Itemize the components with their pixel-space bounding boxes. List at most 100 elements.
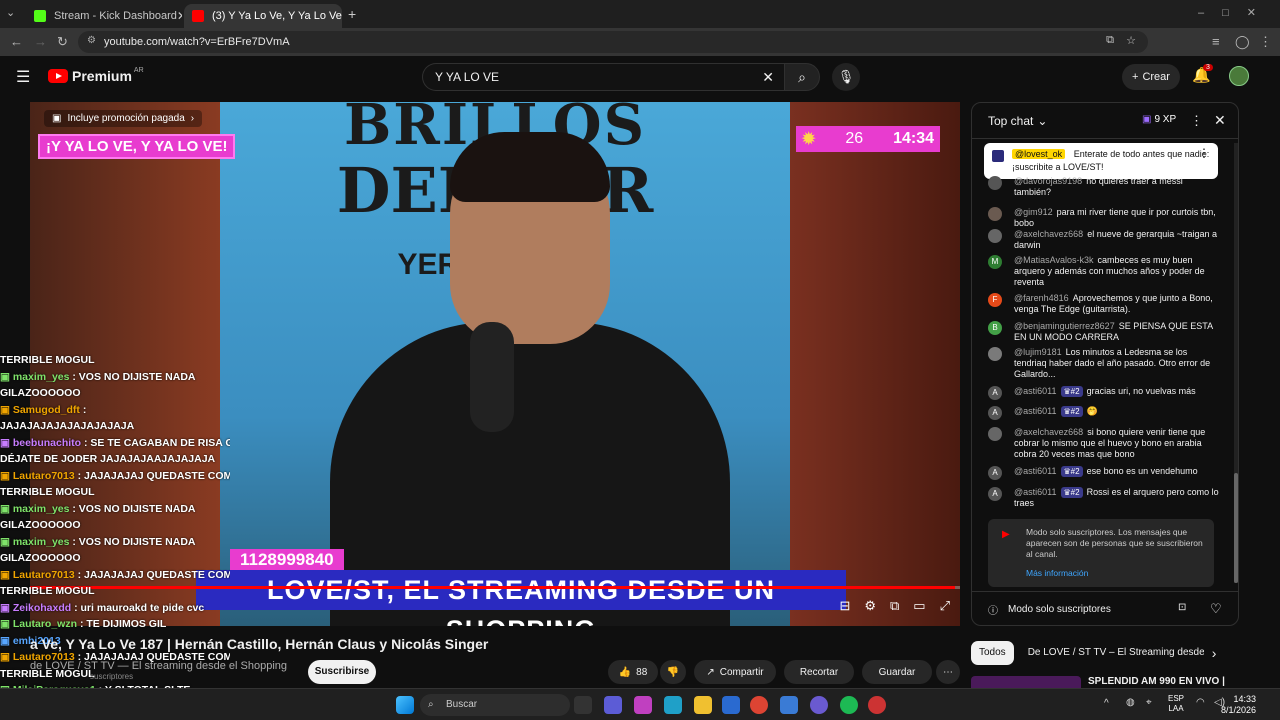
obs-icon[interactable] (868, 696, 886, 714)
chat-message[interactable]: F @farenh4816 Aprovechemos y que junto a B… (986, 293, 1222, 315)
chat-message[interactable]: @gim912 para mi river tiene que ir por cu… (986, 207, 1222, 229)
outlook-icon[interactable] (780, 696, 798, 714)
more-actions-button[interactable]: ⋯ (936, 660, 960, 684)
xp-badge[interactable]: ▣ 9 XP (1142, 114, 1176, 125)
chevron-right-icon[interactable]: › (1212, 645, 1217, 661)
chat-message[interactable]: @davorojas9198 no quieres traer a messi t… (986, 176, 1222, 198)
location-icon[interactable]: ⌖ (1146, 697, 1152, 708)
pinned-message[interactable]: @lovest_ok Enterate de todo antes que na… (984, 143, 1218, 179)
chat-avatar[interactable] (988, 347, 1002, 361)
like-button[interactable]: 👍 88 (608, 660, 658, 684)
guide-menu-icon[interactable]: ☰ (16, 67, 30, 87)
profile-icon[interactable]: ◯ (1235, 34, 1250, 50)
close-chat-icon[interactable]: ✕ (1214, 112, 1226, 129)
search-button[interactable]: ⌕ (784, 63, 820, 91)
recommended-title[interactable]: SPLENDID AM 990 EN VIVO | (1088, 676, 1225, 687)
chat-username[interactable]: @MatiasAvalos-k3k (1014, 255, 1094, 265)
chat-message[interactable]: B @benjamingutierrez8627 SE PIENSA QUE EST… (986, 321, 1222, 343)
chat-username[interactable]: @asti6011 (1014, 386, 1057, 396)
pinned-more-icon[interactable]: ⋮ (1198, 147, 1210, 160)
spotify-icon[interactable] (840, 696, 858, 714)
taskbar-clock[interactable]: 14:33 8/1/2026 (1221, 694, 1256, 716)
task-view-icon[interactable] (574, 696, 592, 714)
chat-username[interactable]: @axelchavez668 (1014, 427, 1083, 437)
voice-search-button[interactable]: 🎙 (832, 63, 860, 91)
window-controls[interactable]: –□✕ (1198, 6, 1274, 19)
close-tab-icon[interactable]: ✕ (177, 9, 182, 23)
subtitles-icon[interactable]: ⊟ (839, 598, 850, 614)
taskbar-search[interactable]: ⌕ Buscar (420, 694, 570, 716)
scrollbar-thumb[interactable] (1234, 473, 1238, 583)
copilot-icon[interactable] (634, 696, 652, 714)
forward-icon[interactable]: → (34, 34, 47, 49)
url-field[interactable]: ⚙ youtube.com/watch?v=ErBFre7DVmA ⧉ ☆ (78, 31, 1148, 53)
membership-icon[interactable]: ⊡ (1178, 602, 1186, 613)
chat-avatar[interactable]: A (988, 386, 1002, 400)
browser-menu-icon[interactable]: ⋮ (1259, 34, 1272, 50)
clear-search-icon[interactable]: ✕ (762, 69, 774, 86)
tab-youtube-video[interactable]: (3) Y Ya Lo Ve, Y Ya Lo Ve 18 ✕ (184, 4, 342, 28)
chat-message[interactable]: A @asti6011 ♛#2 🤭 (986, 406, 1222, 420)
chat-username[interactable]: @axelchavez668 (1014, 229, 1083, 239)
settings-gear-icon[interactable]: ⚙ (864, 598, 876, 614)
miniplayer-icon[interactable]: ⧉ (890, 598, 899, 614)
chat-avatar[interactable] (988, 207, 1002, 221)
new-tab-icon[interactable]: + (348, 6, 356, 22)
chat-avatar[interactable]: M (988, 255, 1002, 269)
chat-avatar[interactable]: A (988, 406, 1002, 420)
chrome-icon[interactable] (750, 696, 768, 714)
create-button[interactable]: + Crear (1122, 64, 1180, 90)
chip-all[interactable]: Todos (971, 641, 1014, 665)
wifi-icon[interactable]: ◠ (1196, 697, 1205, 708)
chat-username[interactable]: @asti6011 (1014, 466, 1057, 476)
tray-chevron-icon[interactable]: ^ (1104, 698, 1109, 709)
chat-message[interactable]: @axelchavez668 el nueve de gerarquia ~tra… (986, 229, 1222, 251)
discord-icon[interactable] (810, 696, 828, 714)
chat-avatar[interactable] (988, 427, 1002, 441)
info-icon[interactable]: ⓘ (988, 602, 998, 617)
chat-avatar[interactable]: F (988, 293, 1002, 307)
site-info-icon[interactable]: ⚙ (87, 35, 96, 46)
tray-app-icon[interactable]: ◍ (1126, 697, 1135, 708)
more-info-link[interactable]: Más información (1026, 568, 1206, 579)
clip-button[interactable]: Recortar (784, 660, 854, 684)
share-button[interactable]: ↗ Compartir (694, 660, 776, 684)
chat-avatar[interactable] (988, 229, 1002, 243)
chat-message[interactable]: A @asti6011 ♛#2 gracias uri, no vuelvas más (986, 386, 1222, 400)
chat-message[interactable]: @axelchavez668 si bono quiere venir tiene… (986, 427, 1222, 460)
chat-username[interactable]: @gim912 (1014, 207, 1053, 217)
reload-icon[interactable]: ↻ (57, 34, 68, 50)
chat-username[interactable]: @farenh4816 (1014, 293, 1069, 303)
chat-username[interactable]: @lujim9181 (1014, 347, 1062, 357)
bookmark-star-icon[interactable]: ☆ (1126, 34, 1136, 47)
chat-avatar[interactable]: A (988, 487, 1002, 501)
chat-avatar[interactable]: A (988, 466, 1002, 480)
chat-message[interactable]: M @MatiasAvalos-k3k cambeces es muy buen a… (986, 255, 1222, 288)
chat-username[interactable]: @asti6011 (1014, 406, 1057, 416)
fullscreen-icon[interactable]: ⤢ (940, 598, 950, 614)
account-avatar[interactable] (1229, 66, 1249, 86)
install-app-icon[interactable]: ⧉ (1106, 34, 1114, 47)
store-icon[interactable] (722, 696, 740, 714)
dislike-button[interactable]: 👎 (660, 660, 686, 684)
chat-more-icon[interactable]: ⋮ (1190, 113, 1203, 129)
subscribe-button[interactable]: Suscribirse (308, 660, 376, 684)
input-language[interactable]: ESP LAA (1168, 694, 1184, 714)
chip-from-channel[interactable]: De LOVE / ST TV – El Streaming desde el … (1020, 641, 1204, 665)
media-control-icon[interactable]: ≡ (1212, 34, 1220, 49)
chat-avatar[interactable]: B (988, 321, 1002, 335)
chevron-down-icon[interactable]: ⌄ (1037, 114, 1047, 128)
save-button[interactable]: Guardar (862, 660, 932, 684)
chat-username[interactable]: @davorojas9198 (1014, 176, 1082, 186)
chat-scrollbar[interactable] (1234, 143, 1238, 583)
chat-message[interactable]: A @asti6011 ♛#2 ese bono es un vendehumo (986, 466, 1222, 480)
chat-username[interactable]: @benjamingutierrez8627 (1014, 321, 1115, 331)
chat-message[interactable]: @lujim9181 Los minutos a Ledesma se los t… (986, 347, 1222, 380)
chat-message[interactable]: A @asti6011 ♛#2 Rossi es el arquero pero co… (986, 487, 1222, 509)
channel-info[interactable]: de LOVE / ST TV — El streaming desde el … (30, 660, 300, 681)
paid-promotion-notice[interactable]: ▣ Incluye promoción pagada › (44, 110, 203, 127)
cast-icon[interactable]: ▭ (913, 598, 925, 614)
recommended-thumbnail[interactable] (971, 676, 1081, 688)
chat-avatar[interactable] (988, 176, 1002, 190)
heart-icon[interactable]: ♡ (1210, 601, 1222, 617)
